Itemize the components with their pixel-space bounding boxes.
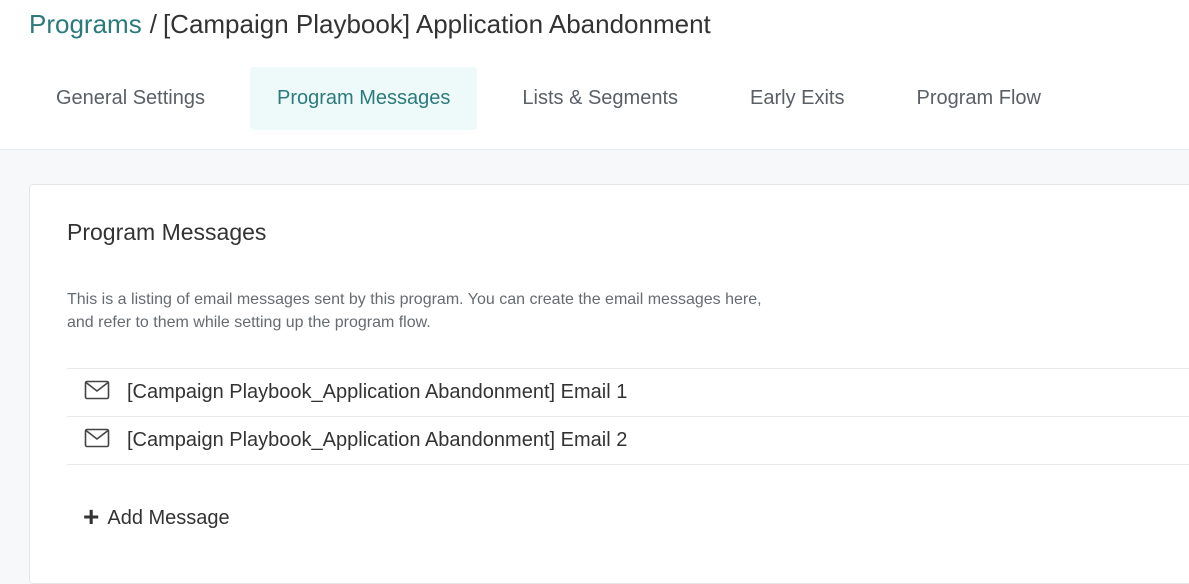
plus-icon: + [83,500,100,532]
add-message-button[interactable]: + Add Message [83,500,230,532]
add-message-label: Add Message [107,507,230,529]
breadcrumb: Programs / [Campaign Playbook] Application… [29,8,711,40]
panel-description: This is a listing of email messages sent… [67,291,762,331]
tab-program-messages[interactable]: Program Messages [249,67,478,130]
message-name[interactable]: [Campaign Playbook_Application Abandonme… [127,429,627,452]
envelope-icon [84,380,110,399]
panel-title: Program Messages [67,219,267,245]
envelope-icon [84,428,110,447]
tab-lists-segments[interactable]: Lists & Segments [495,67,705,130]
message-list: [Campaign Playbook_Application Abandonme… [67,368,1189,465]
message-row[interactable]: [Campaign Playbook_Application Abandonme… [67,369,1189,417]
tab-early-exits[interactable]: Early Exits [723,67,871,130]
message-row[interactable]: [Campaign Playbook_Application Abandonme… [67,417,1189,465]
tab-program-flow[interactable]: Program Flow [889,67,1067,130]
breadcrumb-separator: / [149,9,157,39]
breadcrumb-programs-link[interactable]: Programs [29,9,142,39]
page-header: Programs / [Campaign Playbook] Application… [0,0,1189,150]
tab-bar: General Settings Program Messages Lists … [29,67,1086,130]
page-title: [Campaign Playbook] Application Abandonm… [162,9,711,39]
tab-general-settings[interactable]: General Settings [29,67,232,130]
message-name[interactable]: [Campaign Playbook_Application Abandonme… [127,381,627,404]
program-messages-panel: Program Messages This is a listing of em… [29,184,1189,584]
